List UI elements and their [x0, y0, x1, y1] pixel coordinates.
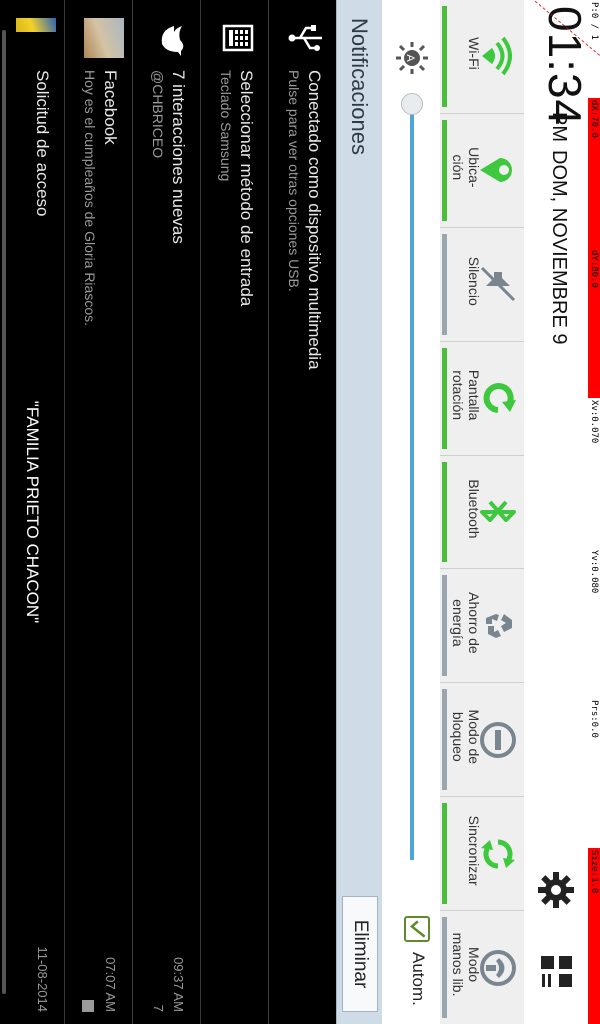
- toggle-indicator: [442, 119, 447, 221]
- toggle-rotation[interactable]: Pantalla rotación: [440, 341, 524, 456]
- gear-icon[interactable]: [534, 868, 578, 912]
- notification-list: Conectado como dispositivo multimedia Pu…: [0, 0, 336, 1024]
- brightness-row: A Autom.: [382, 0, 440, 1024]
- usb-icon: [288, 25, 322, 51]
- notification-text: Teclado Samsung: [218, 70, 234, 182]
- block-icon: [480, 721, 516, 758]
- brightness-slider-fill: [410, 104, 414, 860]
- network-name: "FAMILIA PRIETO CHACON": [23, 400, 42, 624]
- toggle-indicator: [442, 803, 447, 905]
- toggle-indicator: [442, 233, 447, 335]
- brightness-slider[interactable]: [401, 93, 423, 860]
- notification-title: Facebook: [101, 70, 120, 145]
- toggle-indicator: [442, 575, 447, 677]
- debug-xv: Xv:0.070: [588, 398, 600, 548]
- brightness-icon: A: [396, 42, 428, 74]
- location-icon: [480, 158, 512, 183]
- notification-text: @CHBRICEO: [150, 70, 166, 159]
- rotation-icon: [483, 383, 516, 414]
- notifications-title: Notificaciones: [347, 18, 372, 155]
- mute-icon: [480, 267, 516, 302]
- check-icon: [409, 920, 426, 938]
- notification-title: 7 interacciones nuevas: [169, 70, 188, 244]
- debug-yv: Yv:0.080: [588, 548, 600, 698]
- toggle-label: Silencio: [466, 256, 482, 306]
- notification-usb[interactable]: Conectado como dispositivo multimedia Pu…: [268, 0, 336, 1024]
- panel-drag-handle[interactable]: [2, 30, 6, 994]
- notification-twitter[interactable]: 7 interacciones nuevas @CHBRICEO 09:37 A…: [132, 0, 200, 1024]
- pointer-debug-bar: P:0 / 1 dX:70.0 dY:80.0 Xv:0.070 Yv:0.08…: [588, 0, 600, 1024]
- notification-title: Seleccionar método de entrada: [237, 70, 256, 307]
- toggle-label: Modo de bloqueo: [450, 709, 482, 765]
- toggle-power-saving[interactable]: Ahorro de energía: [440, 569, 524, 684]
- twitter-bird-icon: [161, 26, 184, 56]
- bluetooth-icon: [480, 500, 516, 522]
- toggle-indicator: [442, 6, 447, 107]
- debug-pressure: Prs:0.0: [588, 698, 600, 848]
- notification-text: Hoy es el cumpleaños de Gloria Riascos.: [82, 70, 98, 327]
- toggle-indicator: [442, 917, 447, 1019]
- notifications-header: Notificaciones Eliminar: [336, 0, 382, 1024]
- notification-time: 09:37 AM: [171, 957, 186, 1012]
- toggle-label: Sincronizar: [466, 815, 482, 886]
- keyboard-icon: [222, 24, 254, 52]
- debug-size: Size:1.0: [588, 848, 600, 1024]
- sync-icon: [481, 839, 515, 869]
- notification-input-method[interactable]: Seleccionar método de entrada Teclado Sa…: [200, 0, 268, 1024]
- grid-icon[interactable]: [534, 950, 578, 994]
- debug-dx: dX:70.0: [588, 98, 600, 248]
- auto-brightness-label: Autom.: [409, 952, 428, 1006]
- toggle-mute[interactable]: Silencio: [440, 227, 524, 342]
- toggle-label: Ahorro de energía: [450, 592, 482, 654]
- toggle-handsfree[interactable]: Modo manos lib.: [440, 911, 524, 1024]
- notification-panel: P:0 / 1 dX:70.0 dY:80.0 Xv:0.070 Yv:0.08…: [0, 0, 600, 1024]
- clear-all-button[interactable]: Eliminar: [342, 896, 378, 1012]
- notification-text: Pulse para ver otras opciones USB.: [286, 70, 302, 292]
- avatar: [84, 18, 124, 58]
- notification-facebook[interactable]: Facebook Hoy es el cumpleaños de Gloria …: [64, 0, 132, 1024]
- toggle-block-mode[interactable]: Modo de bloqueo: [440, 683, 524, 798]
- recycle-icon: [486, 613, 512, 638]
- facebook-icon: [82, 1000, 94, 1012]
- toggle-label: Bluetooth: [466, 479, 482, 539]
- toggle-sync[interactable]: Sincronizar: [440, 797, 524, 912]
- toggle-bluetooth[interactable]: Bluetooth: [440, 455, 524, 570]
- brightness-slider-thumb[interactable]: [401, 93, 423, 115]
- notification-title: Conectado como dispositivo multimedia: [305, 70, 324, 370]
- date: DOM, NOVIEMBRE 9: [548, 150, 570, 345]
- toggle-indicator: [442, 461, 447, 563]
- clock-ampm: PM: [548, 112, 570, 142]
- status-header: 01:34 PM DOM, NOVIEMBRE 9: [524, 0, 591, 1024]
- toggle-location[interactable]: Ubica- ción: [440, 113, 524, 228]
- notification-count: 7: [151, 1004, 166, 1012]
- svg-text:A: A: [404, 54, 416, 62]
- toggle-indicator: [442, 347, 447, 449]
- toggle-indicator: [442, 689, 447, 791]
- auto-brightness-checkbox[interactable]: [404, 916, 430, 942]
- debug-dy: dY:80.0: [588, 248, 600, 398]
- handsfree-icon: [480, 949, 516, 986]
- toggle-label: Ubica- ción: [450, 147, 482, 188]
- notification-time: 07:07 AM: [103, 957, 118, 1012]
- toggle-label: Pantalla rotación: [450, 369, 482, 421]
- quick-settings: Wi-Fi Ubica- ción Silencio Pantalla rota…: [440, 0, 524, 1024]
- toggle-label: Modo manos lib.: [450, 932, 482, 997]
